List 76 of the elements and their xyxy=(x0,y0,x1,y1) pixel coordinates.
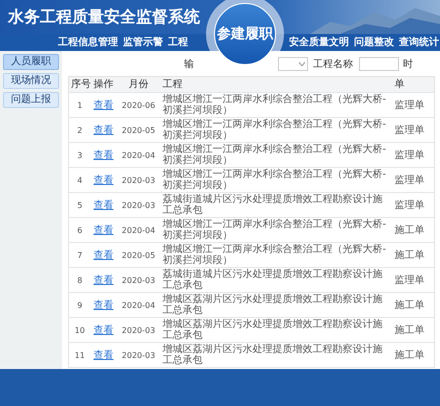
nav-item[interactable]: 工程信息管理 xyxy=(58,36,118,48)
table-cell: 增城区增江一江两岸水利综合整治工程（光辉大桥-初溪拦河坝段） xyxy=(160,142,392,168)
table-cell: 2020-03 xyxy=(116,268,160,292)
table-cell: 监理单 xyxy=(392,142,434,168)
table-cell: 3 xyxy=(68,142,90,168)
table-cell: 监理单 xyxy=(392,192,434,218)
table-cell: 9 xyxy=(68,292,90,318)
nav-item[interactable]: 查询统计 xyxy=(399,36,439,48)
table-cell: 7 xyxy=(68,242,90,268)
table-cell: 10 xyxy=(68,318,90,342)
view-link[interactable]: 查看 xyxy=(94,300,114,310)
table-cell: 11 xyxy=(68,342,90,368)
table-cell: 施工单 xyxy=(392,242,434,268)
nav-item[interactable]: 工程 xyxy=(168,36,188,48)
table-cell: 荔城街道城片区污水处理提质增效工程勘察设计施工总承包 xyxy=(160,268,392,292)
table-cell: 2 xyxy=(68,118,90,142)
table-cell: 监理单 xyxy=(392,118,434,142)
table-cell: 监理单 xyxy=(392,268,434,292)
table-cell: 2020-03 xyxy=(116,192,160,218)
column-header: 序号 xyxy=(68,76,90,92)
filter-label: 工程名称 xyxy=(313,58,353,72)
filter-label: 输 xyxy=(184,58,194,72)
view-link[interactable]: 查看 xyxy=(94,150,114,160)
table-cell: 监理单 xyxy=(392,168,434,192)
view-link[interactable]: 查看 xyxy=(94,174,114,186)
table-cell: 2020-05 xyxy=(116,242,160,268)
view-link[interactable]: 查看 xyxy=(94,100,114,110)
table-cell: 8 xyxy=(68,268,90,292)
table-cell: 荔城街道城片区污水处理提质增效工程勘察设计施工总承包 xyxy=(160,192,392,218)
table-cell: 6 xyxy=(68,218,90,242)
table-cell: 2020-04 xyxy=(116,292,160,318)
input-field[interactable] xyxy=(359,57,399,71)
sidebar-item[interactable]: 问题上报 xyxy=(3,92,59,108)
nav-item[interactable]: 监管示警 xyxy=(123,36,163,48)
table-cell: 2020-04 xyxy=(116,142,160,168)
app-title: 水务工程质量安全监督系统 xyxy=(8,6,200,28)
column-header: 操作 xyxy=(90,76,116,92)
table-cell: 2020-03 xyxy=(116,342,160,368)
column-header: 工程 xyxy=(160,76,392,92)
table-cell: 增城区荔湖片区污水处理提质增效工程勘察设计施工总承包 xyxy=(160,292,392,318)
table-cell: 2020-04 xyxy=(116,218,160,242)
table-cell: 4 xyxy=(68,168,90,192)
column-header: 单 xyxy=(392,76,434,92)
table-cell: 5 xyxy=(68,192,90,218)
sidebar-item[interactable]: 现场情况 xyxy=(3,73,59,89)
table-cell: 增城区增江一江两岸水利综合整治工程（光辉大桥-初溪拦河坝段） xyxy=(160,118,392,142)
column-header: 月份 xyxy=(116,76,160,92)
table-cell: 增城区荔湖片区污水处理提质增效工程勘察设计施工总承包 xyxy=(160,342,392,368)
nav-item[interactable]: 安全质量文明 xyxy=(289,36,349,48)
table-cell: 增城区增江一江两岸水利综合整治工程（光辉大桥-初溪拦河坝段） xyxy=(160,242,392,268)
table-cell: 增城区荔湖片区污水处理提质增效工程勘察设计施工总承包 xyxy=(160,318,392,342)
filter-label: 时 xyxy=(403,58,413,72)
table-cell: 监理单 xyxy=(392,92,434,118)
caret-icon xyxy=(299,62,305,66)
view-link[interactable]: 查看 xyxy=(94,124,114,136)
table-cell: 施工单 xyxy=(392,342,434,368)
table-cell: 施工单 xyxy=(392,292,434,318)
view-link[interactable]: 查看 xyxy=(94,250,114,260)
view-link[interactable]: 查看 xyxy=(94,350,114,360)
sidebar-item[interactable]: 人员履职 xyxy=(3,54,59,70)
table-cell: 2020-03 xyxy=(116,318,160,342)
view-link[interactable]: 查看 xyxy=(94,274,114,286)
table-cell: 增城区增江一江两岸水利综合整治工程（光辉大桥-初溪拦河坝段） xyxy=(160,92,392,118)
view-link[interactable]: 查看 xyxy=(94,200,114,210)
table-cell: 2020-06 xyxy=(116,92,160,118)
table-cell: 1 xyxy=(68,92,90,118)
table-cell: 施工单 xyxy=(392,318,434,342)
table-cell: 增城区增江一江两岸水利综合整治工程（光辉大桥-初溪拦河坝段） xyxy=(160,218,392,242)
table-cell: 施工单 xyxy=(392,218,434,242)
table-cell: 2020-03 xyxy=(116,168,160,192)
table-cell: 2020-05 xyxy=(116,118,160,142)
view-link[interactable]: 查看 xyxy=(94,224,114,236)
table-cell: 增城区增江一江两岸水利综合整治工程（光辉大桥-初溪拦河坝段） xyxy=(160,168,392,192)
nav-item[interactable]: 问题整改 xyxy=(354,36,394,48)
select-field[interactable] xyxy=(278,57,308,71)
view-link[interactable]: 查看 xyxy=(94,324,114,336)
